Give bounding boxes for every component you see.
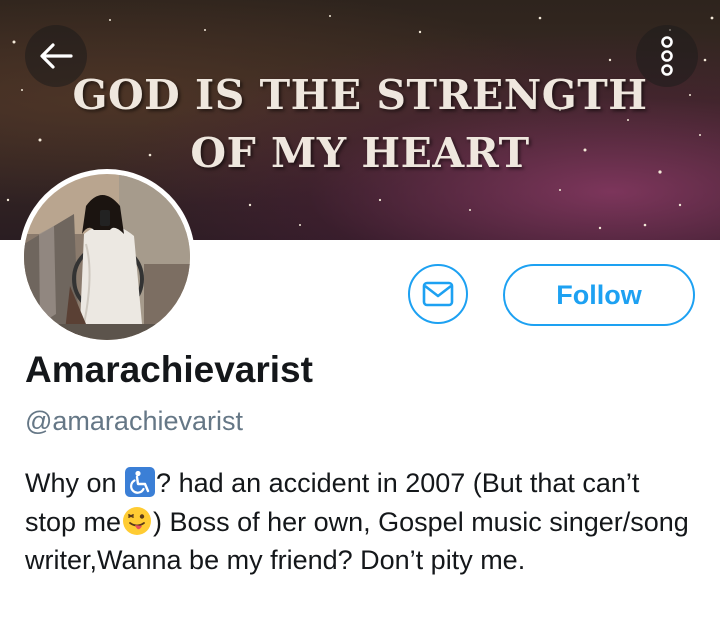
- display-name: Amarachievarist: [25, 349, 313, 390]
- avatar[interactable]: [19, 169, 195, 345]
- banner-line-1: GOD IS THE STRENGTH: [72, 71, 648, 119]
- user-handle: @amarachievarist: [25, 406, 243, 436]
- winking-face-with-tongue-icon: [123, 506, 152, 535]
- bio-text-1: Why on: [25, 468, 125, 498]
- banner-headline: GOD IS THE STRENGTH OF MY HEART: [0, 66, 720, 182]
- message-button[interactable]: [408, 264, 468, 324]
- more-vertical-icon: [661, 36, 673, 76]
- envelope-icon: [422, 281, 454, 307]
- more-options-button[interactable]: [636, 25, 698, 87]
- wheelchair-symbol-icon: [125, 467, 156, 497]
- profile-bio: Why on ? had an accident in 2007 (But th…: [25, 464, 695, 580]
- back-button[interactable]: [25, 25, 87, 87]
- follow-button[interactable]: Follow: [503, 264, 695, 326]
- arrow-left-icon: [40, 43, 73, 69]
- profile-photo: [24, 174, 190, 340]
